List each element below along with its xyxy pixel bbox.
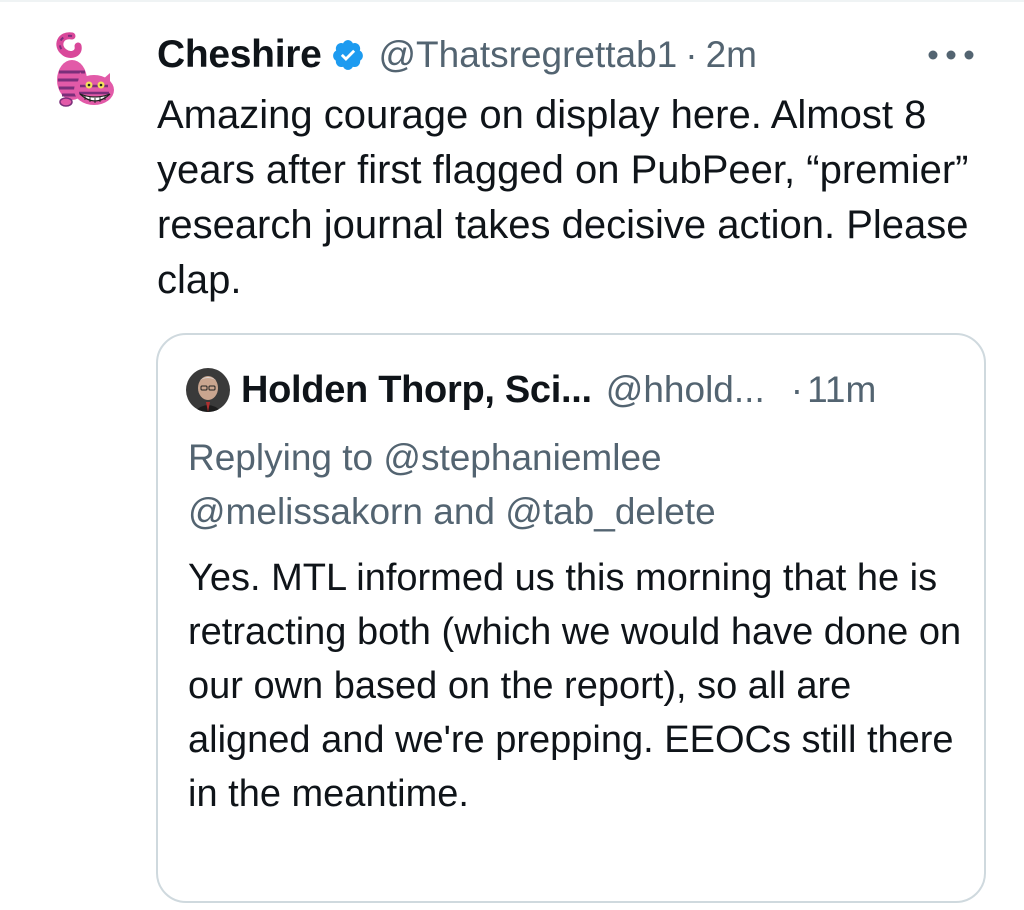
more-options-icon[interactable] bbox=[921, 40, 981, 70]
tweet-header: Cheshire @Thatsregrettab1 · 2m bbox=[157, 26, 987, 84]
tweet-timestamp[interactable]: 2m bbox=[706, 34, 757, 76]
replying-to-label: Replying to bbox=[188, 437, 374, 478]
tweet: Cheshire @Thatsregrettab1 · 2m Amazing c… bbox=[157, 26, 987, 308]
mention-tab-delete[interactable]: @tab_delete bbox=[505, 491, 715, 532]
verified-badge-icon bbox=[331, 38, 365, 72]
author-handle[interactable]: @Thatsregrettab1 bbox=[379, 34, 678, 76]
quoted-separator-dot: · bbox=[790, 369, 804, 410]
cheshire-cat-avatar[interactable] bbox=[50, 30, 120, 114]
separator-dot: · bbox=[685, 34, 698, 75]
quoted-tweet-text: Yes. MTL informed us this morning that h… bbox=[188, 557, 962, 815]
author-name[interactable]: Cheshire bbox=[157, 33, 322, 77]
quoted-tweet-timestamp[interactable]: 11m bbox=[807, 369, 876, 411]
tweet-text: Amazing courage on display here. Almost … bbox=[157, 93, 969, 302]
top-divider bbox=[0, 0, 1024, 2]
quoted-author-handle[interactable]: @hhold... bbox=[606, 369, 765, 411]
quoted-author-avatar bbox=[186, 368, 230, 412]
quoted-tweet-card[interactable]: Holden Thorp, Sci... @hhold... · 11m Rep… bbox=[156, 333, 986, 903]
cheshire-cat-icon bbox=[56, 32, 114, 107]
and-label: and bbox=[433, 491, 495, 532]
quoted-author-name[interactable]: Holden Thorp, Sci... bbox=[241, 369, 592, 412]
mention-melissakorn[interactable]: @melissakorn bbox=[188, 491, 423, 532]
tweet-screen: Cheshire @Thatsregrettab1 · 2m Amazing c… bbox=[0, 0, 1024, 910]
mention-stephaniemlee[interactable]: @stephaniemlee bbox=[383, 437, 661, 478]
replying-to-context: Replying to @stephaniemlee @melissakorn … bbox=[188, 431, 958, 539]
quoted-tweet-header: Holden Thorp, Sci... @hhold... · 11m bbox=[186, 365, 876, 415]
